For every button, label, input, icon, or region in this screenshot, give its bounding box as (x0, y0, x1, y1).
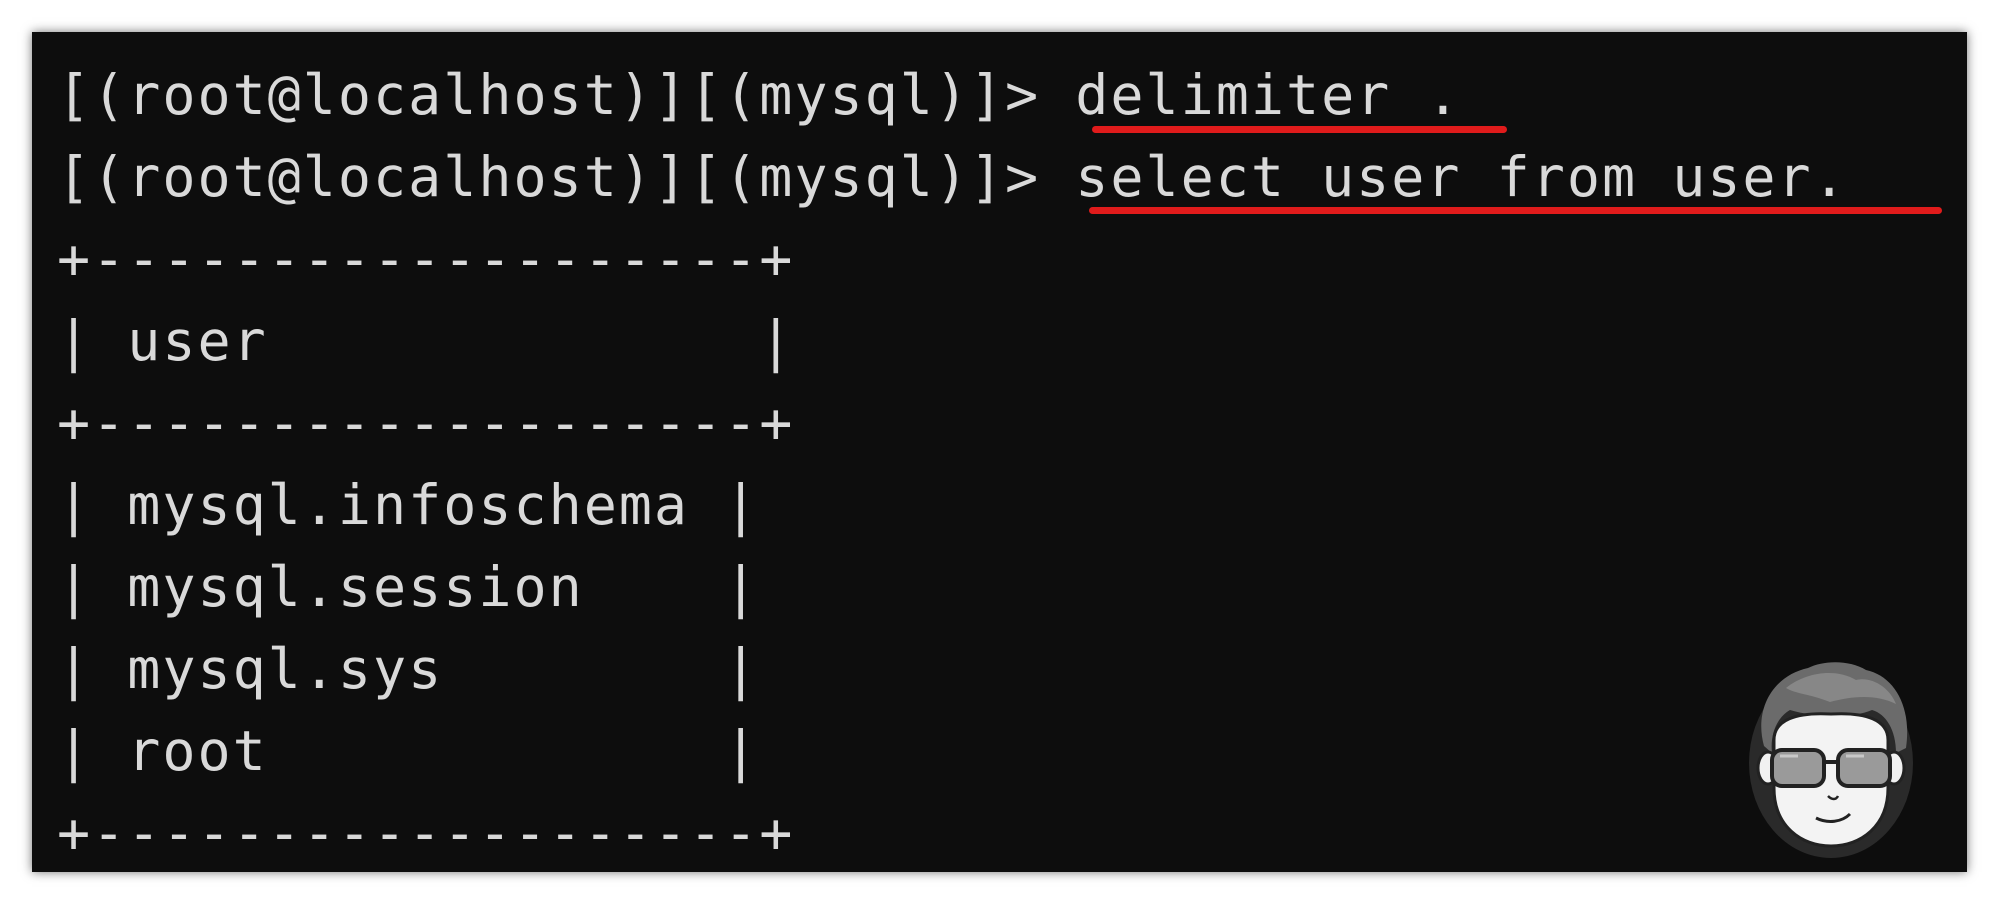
table-header: | user | (57, 309, 795, 373)
highlight-underline (1092, 126, 1507, 133)
prompt: [(root@localhost)][(mysql)]> (57, 63, 1041, 127)
highlight-underline (1089, 207, 1942, 214)
command-input: select user from user. (1040, 145, 1848, 209)
avatar-sunglasses-icon (1749, 662, 1913, 858)
table-row: | mysql.sys | (57, 637, 760, 701)
terminal-window[interactable]: [(root@localhost)][(mysql)]> delimiter .… (32, 32, 1967, 872)
table-border-mid: +-------------------+ (57, 391, 795, 455)
table-border-bottom: +-------------------+ (57, 801, 795, 865)
prompt: [(root@localhost)][(mysql)]> (57, 145, 1041, 209)
command-line-2: [(root@localhost)][(mysql)]> select user… (57, 144, 1848, 210)
table-border-top: +-------------------+ (57, 227, 795, 291)
table-row: | mysql.infoschema | (57, 473, 760, 537)
command-line-1: [(root@localhost)][(mysql)]> delimiter . (57, 62, 1462, 128)
table-row: | mysql.session | (57, 555, 760, 619)
table-row: | root | (57, 719, 760, 783)
command-input: delimiter . (1040, 63, 1462, 127)
